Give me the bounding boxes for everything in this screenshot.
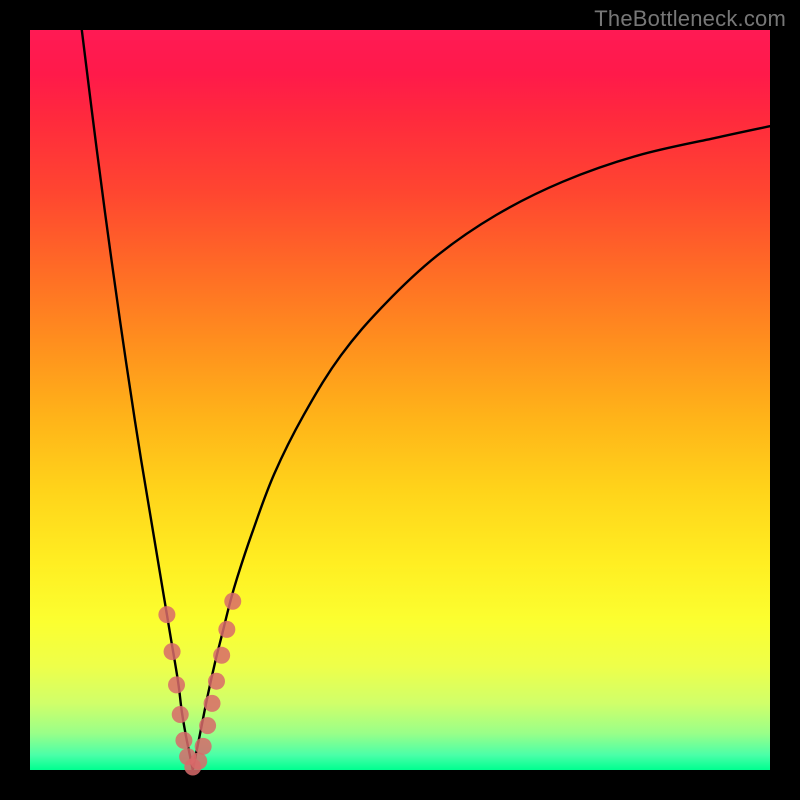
highlight-dot xyxy=(175,732,192,749)
chart-frame: TheBottleneck.com xyxy=(0,0,800,800)
highlight-dot xyxy=(199,717,216,734)
highlight-dot xyxy=(195,738,212,755)
curve-svg xyxy=(30,30,770,770)
highlight-dot xyxy=(190,753,207,770)
highlight-dot xyxy=(168,676,185,693)
highlight-dot xyxy=(158,606,175,623)
right-branch-curve xyxy=(193,126,770,770)
plot-area xyxy=(30,30,770,770)
highlight-dot xyxy=(224,593,241,610)
highlight-dots-group xyxy=(158,593,241,776)
highlight-dot xyxy=(172,706,189,723)
highlight-dot xyxy=(208,673,225,690)
highlight-dot xyxy=(164,643,181,660)
highlight-dot xyxy=(213,647,230,664)
watermark-text: TheBottleneck.com xyxy=(594,6,786,32)
highlight-dot xyxy=(218,621,235,638)
highlight-dot xyxy=(204,695,221,712)
